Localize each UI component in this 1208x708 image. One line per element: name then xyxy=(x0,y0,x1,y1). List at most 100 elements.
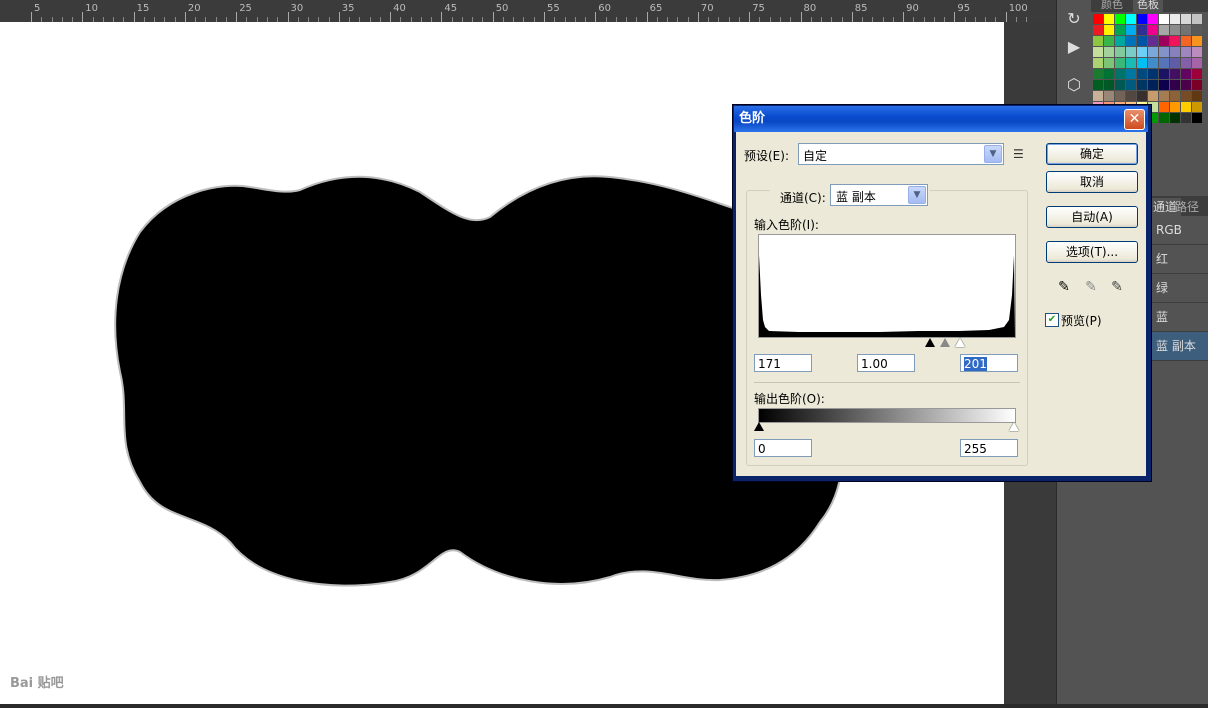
color-swatch[interactable] xyxy=(1148,47,1158,57)
color-swatch[interactable] xyxy=(1170,102,1180,112)
preview-checkbox[interactable]: ✔ xyxy=(1045,313,1059,327)
play-actions-icon[interactable]: ▶ xyxy=(1065,38,1083,56)
color-swatch[interactable] xyxy=(1104,58,1114,68)
color-swatch[interactable] xyxy=(1192,14,1202,24)
color-swatch[interactable] xyxy=(1148,69,1158,79)
history-icon[interactable]: ↻ xyxy=(1065,10,1083,28)
input-gamma-field[interactable]: 1.00 xyxy=(857,354,915,372)
output-black-field[interactable]: 0 xyxy=(754,439,812,457)
color-swatch[interactable] xyxy=(1093,58,1103,68)
color-swatch[interactable] xyxy=(1159,102,1169,112)
color-swatch[interactable] xyxy=(1159,80,1169,90)
color-swatch[interactable] xyxy=(1115,80,1125,90)
color-swatch[interactable] xyxy=(1181,102,1191,112)
close-button[interactable]: ✕ xyxy=(1124,109,1145,130)
color-swatch[interactable] xyxy=(1104,69,1114,79)
channel-select[interactable]: 蓝 副本 ▼ xyxy=(830,184,928,206)
color-swatch[interactable] xyxy=(1192,25,1202,35)
color-swatch[interactable] xyxy=(1137,69,1147,79)
input-black-field[interactable]: 171 xyxy=(754,354,812,372)
color-swatch[interactable] xyxy=(1159,25,1169,35)
color-swatch[interactable] xyxy=(1159,91,1169,101)
tab-paths[interactable]: 路径 xyxy=(1171,198,1203,216)
color-swatch[interactable] xyxy=(1181,47,1191,57)
color-swatch[interactable] xyxy=(1126,80,1136,90)
color-swatch[interactable] xyxy=(1115,47,1125,57)
color-swatch[interactable] xyxy=(1159,69,1169,79)
color-swatch[interactable] xyxy=(1104,91,1114,101)
color-swatch[interactable] xyxy=(1181,91,1191,101)
color-swatch[interactable] xyxy=(1148,14,1158,24)
color-swatch[interactable] xyxy=(1192,47,1202,57)
color-swatch[interactable] xyxy=(1093,14,1103,24)
dialog-title-bar[interactable]: 色阶 ✕ xyxy=(734,106,1148,132)
gray-eyedropper-icon[interactable]: ✎ xyxy=(1083,278,1099,296)
color-swatch[interactable] xyxy=(1137,14,1147,24)
input-gamma-slider[interactable] xyxy=(940,338,950,347)
cancel-button[interactable]: 取消 xyxy=(1046,171,1138,193)
color-swatch[interactable] xyxy=(1148,58,1158,68)
color-swatch[interactable] xyxy=(1126,25,1136,35)
color-swatch[interactable] xyxy=(1126,36,1136,46)
color-swatch[interactable] xyxy=(1159,47,1169,57)
preset-options-icon[interactable]: ☰ xyxy=(1013,147,1024,161)
color-swatch[interactable] xyxy=(1115,14,1125,24)
options-button[interactable]: 选项(T)... xyxy=(1046,241,1138,263)
3d-cube-icon[interactable]: ⬡ xyxy=(1065,76,1083,94)
color-swatch[interactable] xyxy=(1093,69,1103,79)
color-swatch[interactable] xyxy=(1170,47,1180,57)
color-swatch[interactable] xyxy=(1170,36,1180,46)
color-swatch[interactable] xyxy=(1093,36,1103,46)
preset-select[interactable]: 自定 ▼ xyxy=(798,143,1004,165)
color-swatch[interactable] xyxy=(1093,91,1103,101)
color-swatch[interactable] xyxy=(1104,25,1114,35)
color-swatch[interactable] xyxy=(1181,113,1191,123)
color-swatch[interactable] xyxy=(1137,47,1147,57)
color-swatch[interactable] xyxy=(1126,14,1136,24)
color-swatch[interactable] xyxy=(1115,91,1125,101)
color-swatch[interactable] xyxy=(1115,58,1125,68)
color-swatch[interactable] xyxy=(1181,36,1191,46)
color-swatch[interactable] xyxy=(1192,102,1202,112)
color-swatch[interactable] xyxy=(1159,58,1169,68)
color-swatch[interactable] xyxy=(1104,36,1114,46)
color-swatch[interactable] xyxy=(1170,14,1180,24)
input-white-slider[interactable] xyxy=(955,338,965,347)
color-swatch[interactable] xyxy=(1181,25,1191,35)
output-white-field[interactable]: 255 xyxy=(960,439,1018,457)
ok-button[interactable]: 确定 xyxy=(1046,143,1138,165)
color-swatch[interactable] xyxy=(1104,80,1114,90)
color-swatch[interactable] xyxy=(1181,14,1191,24)
tab-color[interactable]: 颜色 xyxy=(1097,0,1127,12)
input-black-slider[interactable] xyxy=(925,338,935,347)
color-swatch[interactable] xyxy=(1148,91,1158,101)
color-swatch[interactable] xyxy=(1126,69,1136,79)
color-swatch[interactable] xyxy=(1148,25,1158,35)
color-swatch[interactable] xyxy=(1115,69,1125,79)
color-swatch[interactable] xyxy=(1159,14,1169,24)
output-black-slider[interactable] xyxy=(754,422,764,431)
tab-swatches[interactable]: 色板 xyxy=(1133,0,1163,12)
color-swatch[interactable] xyxy=(1093,47,1103,57)
color-swatch[interactable] xyxy=(1137,36,1147,46)
color-swatch[interactable] xyxy=(1170,113,1180,123)
color-swatch[interactable] xyxy=(1137,91,1147,101)
color-swatch[interactable] xyxy=(1192,113,1202,123)
color-swatch[interactable] xyxy=(1170,25,1180,35)
color-swatch[interactable] xyxy=(1181,80,1191,90)
color-swatch[interactable] xyxy=(1159,113,1169,123)
color-swatch[interactable] xyxy=(1170,91,1180,101)
auto-button[interactable]: 自动(A) xyxy=(1046,206,1138,228)
color-swatch[interactable] xyxy=(1192,36,1202,46)
color-swatch[interactable] xyxy=(1104,14,1114,24)
input-white-field[interactable]: 201 xyxy=(960,354,1018,372)
white-eyedropper-icon[interactable]: ✎ xyxy=(1109,278,1125,296)
color-swatch[interactable] xyxy=(1148,80,1158,90)
color-swatch[interactable] xyxy=(1126,58,1136,68)
color-swatch[interactable] xyxy=(1115,25,1125,35)
color-swatch[interactable] xyxy=(1181,58,1191,68)
color-swatch[interactable] xyxy=(1126,47,1136,57)
color-swatch[interactable] xyxy=(1159,36,1169,46)
color-swatch[interactable] xyxy=(1170,69,1180,79)
color-swatch[interactable] xyxy=(1148,36,1158,46)
